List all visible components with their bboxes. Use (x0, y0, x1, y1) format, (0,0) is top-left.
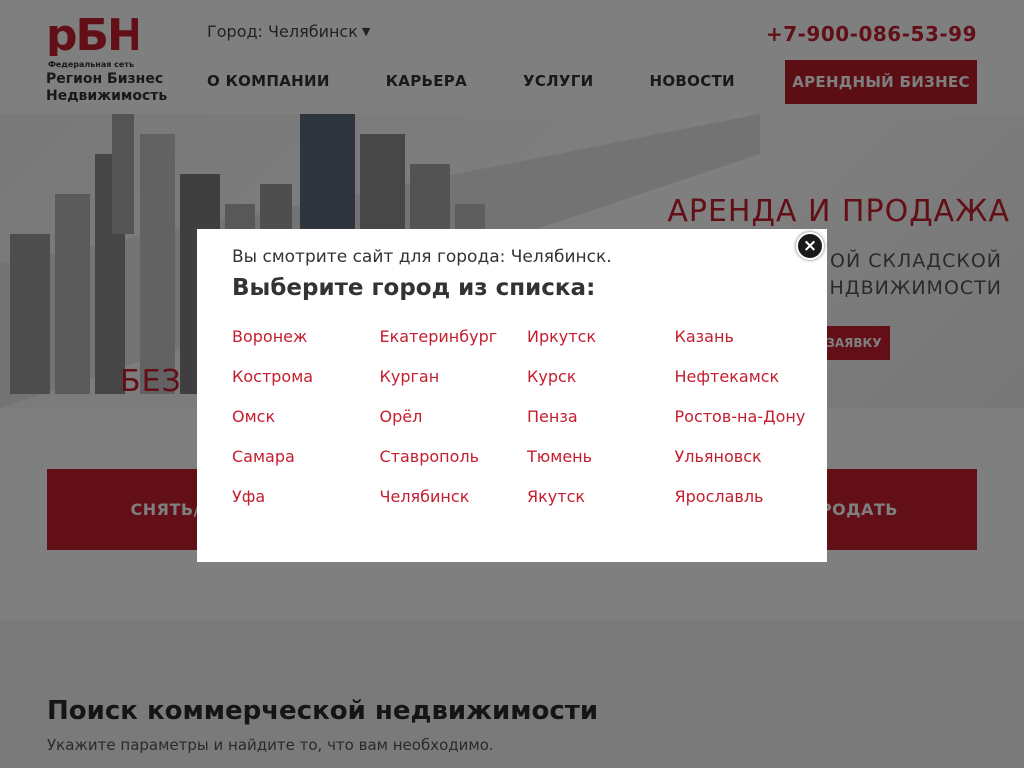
city-link-kursk[interactable]: Курск (527, 365, 675, 405)
city-link-chelyabinsk[interactable]: Челябинск (380, 485, 528, 525)
city-link-yaroslavl[interactable]: Ярославль (675, 485, 823, 525)
city-select-modal: Вы смотрите сайт для города: Челябинск. … (197, 229, 827, 562)
city-link-neftekamsk[interactable]: Нефтекамск (675, 365, 823, 405)
city-link-yakutsk[interactable]: Якутск (527, 485, 675, 525)
city-link-kazan[interactable]: Казань (675, 325, 823, 365)
city-link-samara[interactable]: Самара (232, 445, 380, 485)
city-link-voronezh[interactable]: Воронеж (232, 325, 380, 365)
city-link-omsk[interactable]: Омск (232, 405, 380, 445)
current-city-text: Вы смотрите сайт для города: Челябинск. (232, 247, 612, 267)
city-link-kurgan[interactable]: Курган (380, 365, 528, 405)
city-link-orel[interactable]: Орёл (380, 405, 528, 445)
city-link-irkutsk[interactable]: Иркутск (527, 325, 675, 365)
city-link-ekaterinburg[interactable]: Екатеринбург (380, 325, 528, 365)
city-list: Воронеж Екатеринбург Иркутск Казань Кост… (232, 325, 822, 525)
city-link-stavropol[interactable]: Ставрополь (380, 445, 528, 485)
city-link-ulyanovsk[interactable]: Ульяновск (675, 445, 823, 485)
modal-title: Выберите город из списка: (232, 275, 596, 301)
city-link-tyumen[interactable]: Тюмень (527, 445, 675, 485)
close-icon[interactable]: × (796, 232, 824, 260)
city-link-ufa[interactable]: Уфа (232, 485, 380, 525)
city-link-kostroma[interactable]: Кострома (232, 365, 380, 405)
city-link-rostov-na-donu[interactable]: Ростов-на-Дону (675, 405, 823, 445)
city-link-penza[interactable]: Пенза (527, 405, 675, 445)
